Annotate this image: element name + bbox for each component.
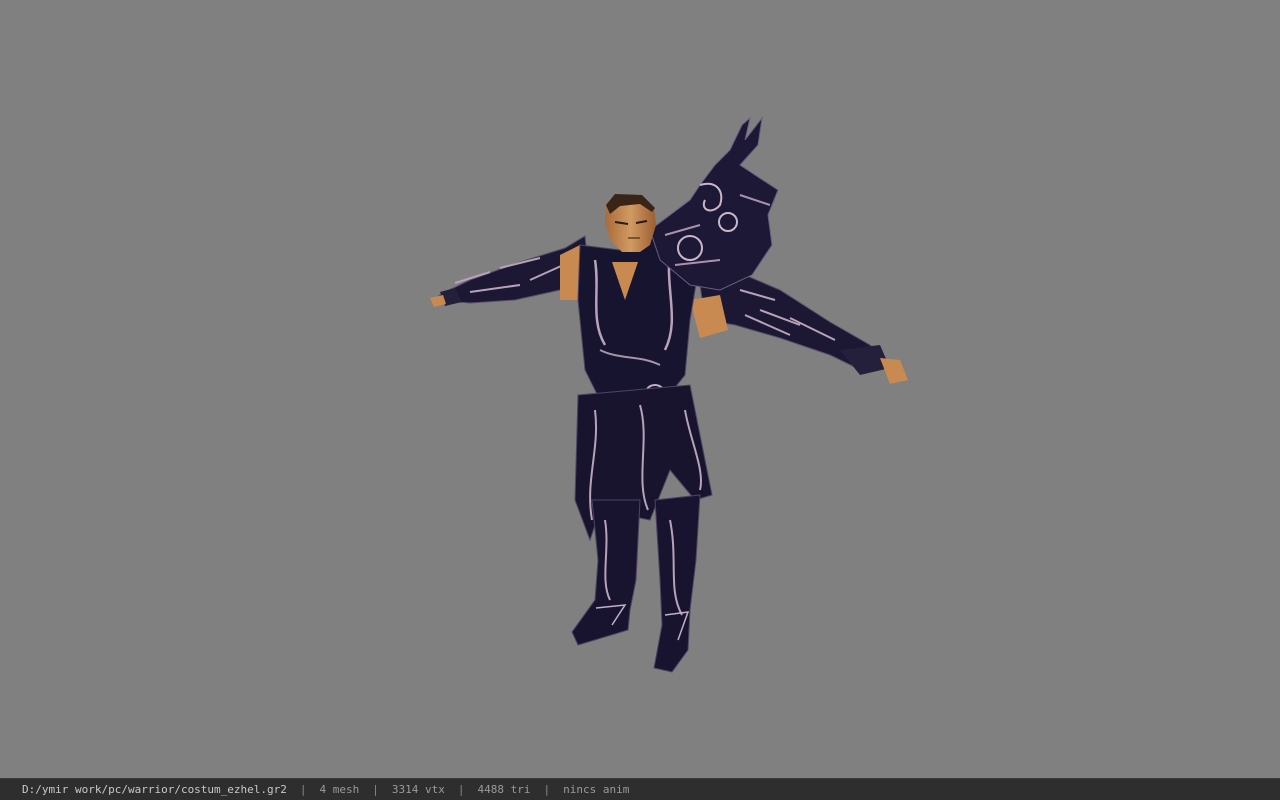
status-separator: | [543,783,551,796]
animation-status: nincs anim [563,783,630,796]
status-separator: | [372,783,379,796]
head [605,194,656,252]
status-separator: | [299,783,307,796]
mesh-count: 4 mesh [319,783,360,796]
triangle-count: 4488 tri [477,783,531,796]
dragon-pauldron [649,116,779,291]
vertex-count: 3314 vtx [391,783,445,796]
left-arm [430,235,589,307]
file-path: D:/ymir work/pc/warrior/costum_ezhel.gr2 [22,783,287,796]
warrior-character-model[interactable] [0,0,1280,778]
status-separator: | [457,783,465,796]
3d-viewport[interactable] [0,0,1280,778]
status-bar: D:/ymir work/pc/warrior/costum_ezhel.gr2… [0,778,1280,800]
right-arm [690,274,908,384]
